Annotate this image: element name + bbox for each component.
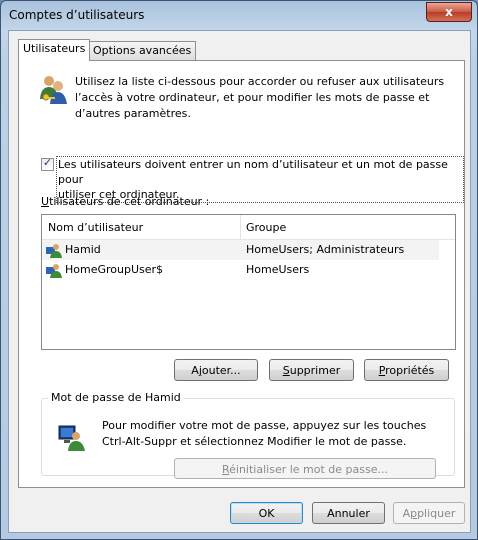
intro-line: Utilisez la liste ci-dessous pour accord… [75, 75, 445, 88]
tab-options-avancees[interactable]: Options avancées [88, 41, 197, 60]
user-group: HomeUsers; Administrateurs [246, 243, 405, 256]
button-text: ropriétés [385, 364, 435, 377]
tab-utilisateurs[interactable]: Utilisateurs [18, 39, 91, 61]
intro-text: Utilisez la liste ci-dessous pour accord… [75, 74, 444, 122]
close-icon: x [445, 5, 453, 19]
button-text: éinitialiser le mot de passe... [229, 463, 388, 476]
reset-password-button[interactable]: Réinitialiser le mot de passe... [174, 458, 436, 479]
user-name: HomeGroupUser$ [65, 263, 164, 276]
ok-button[interactable]: OK [230, 502, 303, 524]
button-text: outer... [201, 364, 241, 377]
table-row[interactable]: HomeGroupUser$ HomeUsers [42, 260, 439, 280]
user-icon [46, 264, 62, 278]
table-row[interactable]: Hamid HomeUsers; Administrateurs [42, 240, 439, 260]
title-bar[interactable]: Comptes d’utilisateurs x [1, 1, 477, 29]
require-password-checkbox[interactable]: ✓ [41, 156, 54, 171]
users-list-header: Nom d’utilisateur Groupe [42, 215, 455, 240]
column-divider[interactable] [240, 215, 241, 239]
button-mnemonic: S [282, 364, 290, 377]
window-title: Comptes d’utilisateurs [9, 8, 145, 22]
button-text: A [402, 507, 411, 520]
button-text: upprimer [289, 364, 341, 377]
add-user-button[interactable]: Ajouter... [174, 359, 258, 381]
dialog-client: Utilisateurs Options avancées Utilisez l… [8, 30, 471, 533]
check-mark-icon: ✓ [42, 156, 53, 169]
users-list-label: Utilisateurs de cet ordinateur : [41, 195, 209, 208]
tab-panel-users: Utilisez la liste ci-dessous pour accord… [18, 60, 465, 488]
button-text: pliquer [417, 507, 456, 520]
user-group: HomeUsers [246, 263, 310, 276]
password-help-line: Pour modifier votre mot de passe, appuye… [102, 419, 427, 432]
intro-line: d’autres paramètres. [75, 107, 191, 120]
intro-line: l’accès à votre ordinateur, et pour modi… [75, 91, 430, 104]
password-groupbox-title: Mot de passe de Hamid [48, 391, 184, 404]
password-help-line: Ctrl-Alt-Suppr et sélectionnez Modifier … [102, 435, 407, 448]
user-name: Hamid [65, 243, 101, 256]
apply-button[interactable]: Appliquer [393, 502, 465, 524]
dialog-window: Comptes d’utilisateurs x Utilisateurs Op… [0, 0, 478, 540]
computer-user-icon [58, 425, 85, 451]
require-password-line: Les utilisateurs doivent entrer un nom d… [58, 158, 448, 186]
column-header-username[interactable]: Nom d’utilisateur [48, 221, 143, 234]
users-list-label-rest: tilisateurs de cet ordinateur : [49, 195, 210, 208]
button-text: A [191, 364, 199, 377]
user-icon [46, 244, 62, 258]
column-header-group[interactable]: Groupe [246, 221, 286, 234]
close-button[interactable]: x [426, 2, 472, 22]
password-help-text: Pour modifier votre mot de passe, appuye… [102, 418, 426, 450]
users-icon [40, 76, 67, 104]
users-list[interactable]: Nom d’utilisateur Groupe Hamid HomeUsers… [41, 214, 456, 350]
properties-button[interactable]: Propriétés [364, 359, 449, 381]
cancel-button[interactable]: Annuler [312, 502, 385, 524]
remove-user-button[interactable]: Supprimer [269, 359, 354, 381]
users-list-label-mnemonic: U [41, 195, 50, 208]
